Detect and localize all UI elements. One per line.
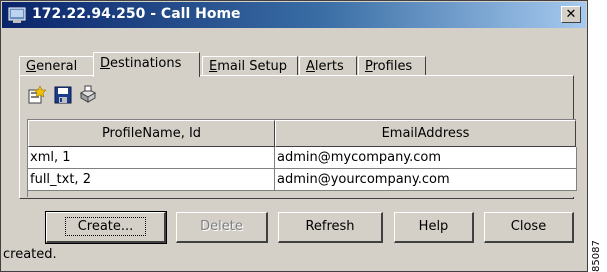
tab-destinations-mnemonic: D — [100, 56, 111, 71]
close-icon[interactable]: ✕ — [561, 6, 581, 23]
column-header-profile[interactable]: ProfileName, Id — [28, 120, 275, 147]
destinations-table: ProfileName, Id EmailAddress xml, 1 admi… — [27, 119, 577, 197]
tab-destinations-label: estinations — [110, 56, 182, 71]
tab-email-setup-label: mail Setup — [217, 59, 288, 74]
table-cell-email[interactable]: admin@mycompany.com — [275, 147, 577, 169]
save-icon[interactable] — [53, 85, 73, 105]
tab-profiles-mnemonic: P — [365, 59, 373, 74]
figure-number: 85087 — [589, 220, 607, 272]
table-cell-email[interactable]: admin@yourcompany.com — [275, 169, 577, 191]
table-cell-profile[interactable]: xml, 1 — [28, 147, 275, 169]
create-row-icon[interactable] — [27, 85, 47, 105]
status-text: created. — [3, 247, 57, 262]
figure-number-text: 85087 — [591, 240, 602, 272]
tab-alerts-label: lerts — [314, 59, 344, 74]
tab-destinations[interactable]: Destinations — [93, 52, 200, 77]
table-cell-profile[interactable]: full_txt, 2 — [28, 169, 275, 191]
tab-email-setup[interactable]: Email Setup — [202, 56, 298, 76]
tab-profiles[interactable]: Profiles — [358, 56, 426, 76]
window-title: 172.22.94.250 - Call Home — [32, 6, 241, 22]
tab-alerts[interactable]: Alerts — [299, 56, 357, 76]
apply-icon[interactable] — [78, 85, 98, 105]
call-home-window: 172.22.94.250 - Call Home ✕ General Dest… — [0, 0, 588, 272]
tab-general[interactable]: General — [19, 56, 94, 76]
tab-alerts-mnemonic: A — [306, 59, 315, 74]
tab-email-setup-mnemonic: E — [209, 59, 218, 74]
delete-button[interactable]: Delete — [176, 212, 268, 243]
create-button-label: Create... — [64, 217, 147, 236]
refresh-button[interactable]: Refresh — [278, 212, 383, 243]
app-icon — [8, 7, 26, 23]
tab-general-mnemonic: G — [26, 59, 37, 74]
tab-general-label: eneral — [36, 59, 78, 74]
title-bar[interactable]: 172.22.94.250 - Call Home ✕ — [2, 2, 586, 28]
help-button[interactable]: Help — [394, 212, 474, 243]
tab-profiles-label: rofiles — [372, 59, 413, 74]
create-button[interactable]: Create... — [45, 211, 167, 244]
column-header-email[interactable]: EmailAddress — [275, 120, 576, 147]
close-button[interactable]: Close — [484, 212, 574, 243]
